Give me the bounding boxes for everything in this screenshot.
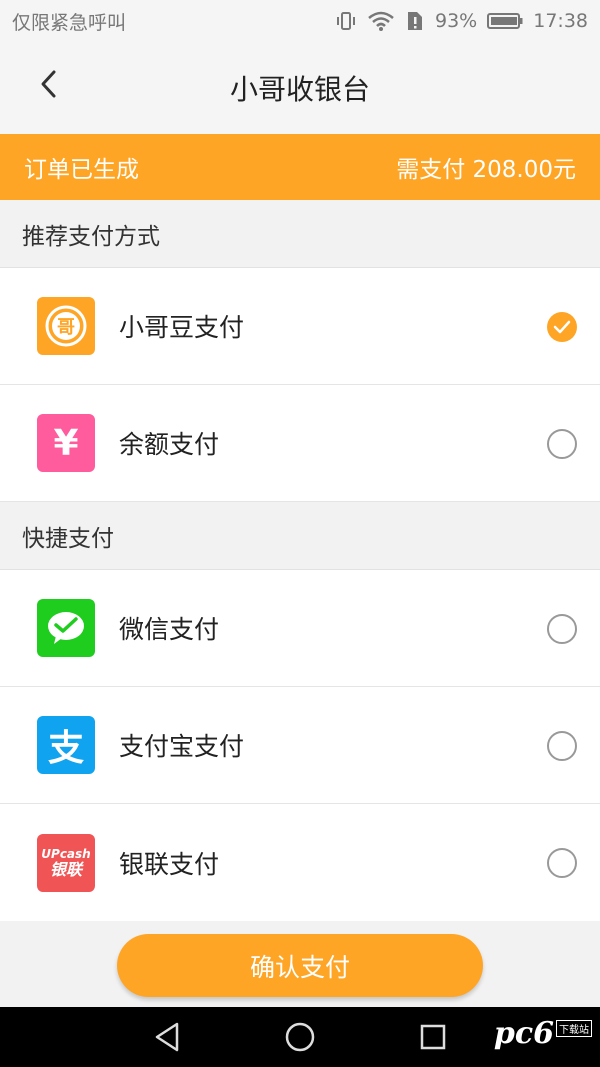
payment-option-unionpay[interactable]: UPcash 银联 银联支付 [0, 804, 600, 921]
square-recents-icon [421, 1024, 446, 1050]
payment-label: 余额支付 [119, 430, 220, 459]
payment-option-balance[interactable]: ¥ 余额支付 [0, 385, 600, 502]
yuan-glyph: ¥ [53, 422, 79, 464]
payment-option-xiaoge-bean[interactable]: 哥 小哥豆支付 [0, 268, 600, 385]
order-status: 订单已生成 [24, 157, 139, 183]
radio-unchecked-icon[interactable] [547, 731, 577, 761]
order-banner: 订单已生成 需支付 208.00元 [0, 134, 600, 200]
payment-option-wechat[interactable]: 微信支付 [0, 570, 600, 687]
watermark-sub: 下载站 [556, 1020, 592, 1037]
yuan-icon: ¥ [37, 414, 95, 472]
alipay-glyph: 支 [47, 728, 84, 769]
section-quick-label: 快捷支付 [22, 525, 114, 552]
battery-icon [487, 12, 523, 30]
recents-key[interactable] [413, 1017, 453, 1057]
nav-bar: 小哥收银台 [0, 42, 600, 134]
wifi-icon [367, 10, 395, 32]
section-quick: 快捷支付 [0, 502, 600, 570]
payment-option-alipay[interactable]: 支 支付宝支付 [0, 687, 600, 804]
section-recommended: 推荐支付方式 [0, 200, 600, 268]
circle-home-icon [285, 1022, 315, 1052]
status-bar: 仅限紧急呼叫 93% 17:38 [0, 0, 600, 42]
unionpay-icon: UPcash 银联 [37, 833, 95, 892]
vibrate-icon [335, 10, 357, 32]
unionpay-top-text: UPcash [41, 846, 91, 861]
payment-label: 微信支付 [119, 615, 220, 644]
xiaoge-bean-icon: 哥 [37, 297, 95, 355]
status-icons: 93% 17:38 [335, 10, 588, 32]
payment-label: 小哥豆支付 [119, 313, 245, 342]
back-button[interactable] [26, 62, 70, 106]
carrier-text: 仅限紧急呼叫 [12, 11, 127, 34]
alipay-icon: 支 [37, 716, 95, 774]
triangle-back-icon [155, 1022, 178, 1052]
sim-alert-icon [405, 10, 425, 32]
home-key[interactable] [280, 1017, 320, 1057]
battery-percent: 93% [435, 10, 478, 32]
bottom-bar: 确认支付 [0, 921, 600, 1007]
section-recommended-label: 推荐支付方式 [22, 223, 160, 250]
watermark-brand: pc6 [493, 1016, 554, 1051]
cashier-screen: 仅限紧急呼叫 93% 17:38 小哥收银台 订单已生成 需支付 208.00元… [0, 0, 600, 1067]
radio-unchecked-icon[interactable] [547, 848, 577, 878]
bean-icon-glyph: 哥 [57, 317, 75, 338]
radio-unchecked-icon[interactable] [547, 429, 577, 459]
payment-label: 支付宝支付 [119, 732, 245, 761]
back-key[interactable] [147, 1017, 187, 1057]
chevron-left-icon [41, 70, 56, 98]
clock-text: 17:38 [533, 10, 588, 32]
order-amount: 需支付 208.00元 [396, 157, 576, 183]
radio-checked-icon[interactable] [547, 312, 577, 342]
confirm-payment-button[interactable]: 确认支付 [117, 934, 483, 997]
page-title: 小哥收银台 [229, 73, 370, 106]
watermark-logo: pc6 下载站 [494, 1016, 592, 1051]
unionpay-bottom-text: 银联 [49, 859, 82, 879]
radio-unchecked-icon[interactable] [547, 614, 577, 644]
payment-label: 银联支付 [119, 849, 220, 879]
wechat-icon [37, 599, 95, 657]
